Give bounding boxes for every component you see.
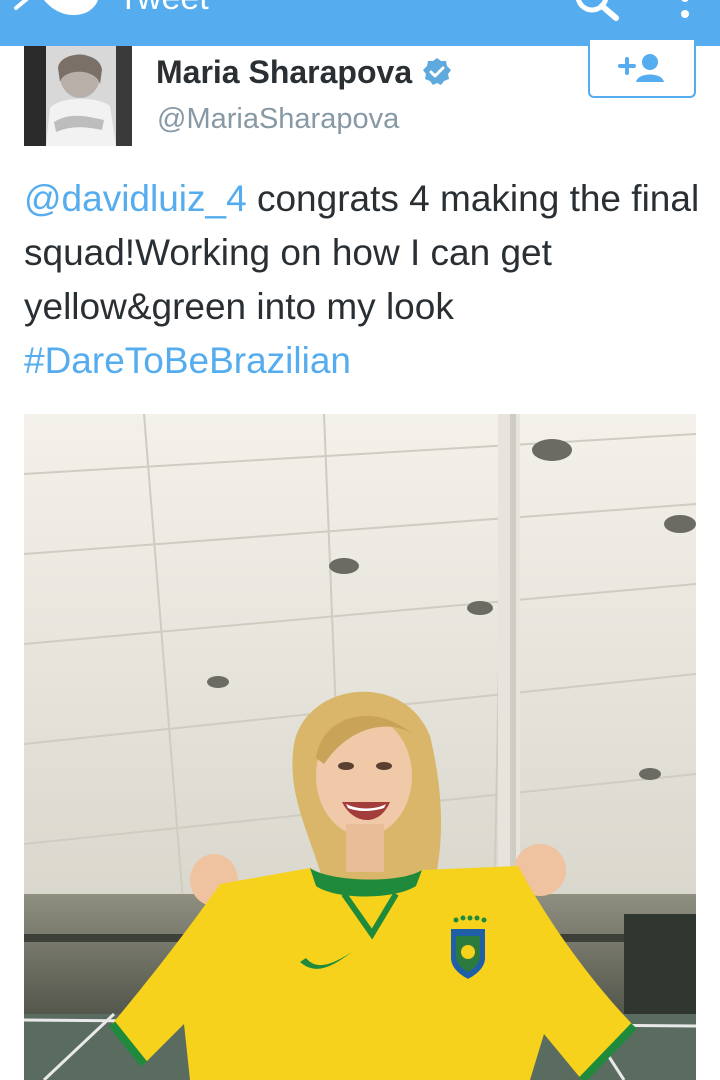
verified-badge-icon: [423, 58, 452, 85]
overflow-menu-icon[interactable]: [672, 0, 698, 24]
author-name[interactable]: Maria Sharapova: [156, 52, 452, 92]
tweet-text: @davidluiz_4 congrats 4 making the final…: [24, 172, 704, 388]
tweet-photo[interactable]: [24, 414, 696, 1080]
back-arrow-icon[interactable]: [0, 0, 40, 24]
hashtag-link[interactable]: #DareToBeBrazilian: [24, 340, 351, 381]
follow-button[interactable]: [588, 40, 696, 98]
search-icon[interactable]: [572, 0, 622, 22]
mention-link[interactable]: @davidluiz_4: [24, 178, 247, 219]
page-title: Tweet: [118, 0, 209, 18]
avatar[interactable]: [24, 46, 132, 146]
add-user-icon: [618, 54, 664, 82]
author-name-text: Maria Sharapova: [156, 54, 413, 90]
twitter-bird-icon: [44, 0, 98, 15]
author-handle[interactable]: @MariaSharapova: [157, 100, 399, 138]
